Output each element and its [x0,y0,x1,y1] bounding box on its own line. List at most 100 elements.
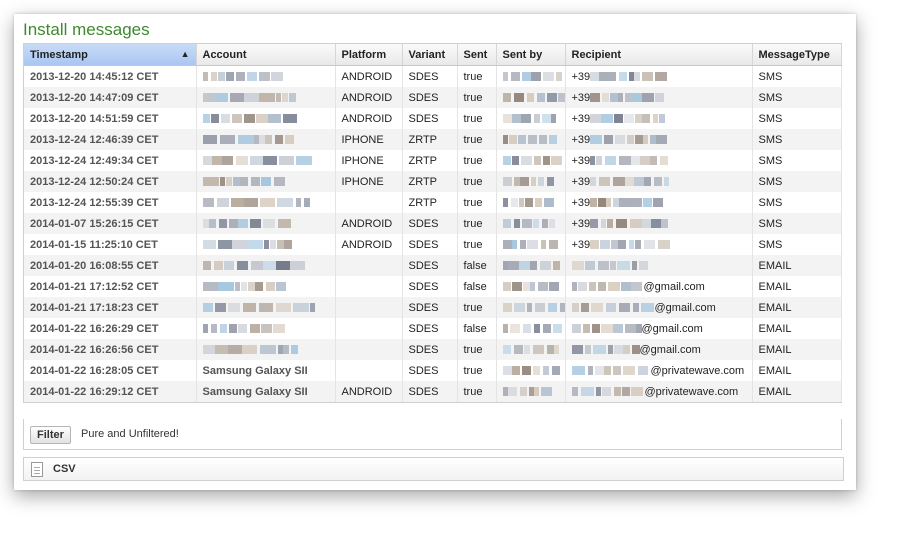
recipient-domain: @gmail.com [643,280,705,293]
redacted-content [590,239,671,251]
column-label: Timestamp [30,48,88,61]
recipient-prefix: +39 [571,217,591,230]
cell-ts: 2013-12-20 14:51:59 CET [24,108,197,129]
table-row[interactable]: 2014-01-20 16:08:55 CET SDES false EMAIL [24,255,842,276]
redacted-content [502,344,559,356]
recipient-prefix: +39 [571,196,591,209]
cell-sent: true [457,192,497,213]
cell-type: EMAIL [752,276,842,297]
cell-ts: 2014-01-20 16:08:55 CET [24,255,197,276]
cell-type: SMS [752,234,842,255]
cell-variant: SDES [402,297,458,318]
redacted-content [502,134,558,146]
column-header-message-type[interactable]: MessageType [752,44,842,66]
cell-sent: true [457,87,497,108]
table-row[interactable]: 2013-12-20 14:45:12 CET ANDROID SDES true +3… [24,65,842,87]
cell-recipient: @privatewave.com [565,381,753,402]
redacted-content [571,302,655,314]
cell-sent: true [457,150,497,171]
cell-platform: ANDROID [335,381,403,402]
cell-platform: IPHONE [335,129,403,150]
cell-sentby [496,381,566,402]
cell-sentby [496,171,566,192]
cell-type: SMS [752,129,842,150]
cell-recipient: @gmail.com [565,318,753,339]
messages-table: Timestamp ▲ Account Platform Variant Sen… [23,43,842,403]
recipient-domain: @privatewave.com [644,385,739,398]
redacted-content [202,71,283,83]
redacted-content [502,71,565,83]
column-header-timestamp[interactable]: Timestamp ▲ [24,44,197,66]
cell-recipient: +39 [565,234,753,255]
table-row[interactable]: 2013-12-24 12:55:39 CET ZRTP true +39 SMS [24,192,842,213]
column-header-variant[interactable]: Variant [402,44,458,66]
cell-platform: ANDROID [335,213,403,234]
document-icon [31,462,43,477]
cell-ts: 2013-12-20 14:47:09 CET [24,87,197,108]
redacted-content [502,323,563,335]
cell-ts: 2014-01-22 16:26:29 CET [24,318,197,339]
cell-sent: true [457,381,497,402]
table-row[interactable]: 2013-12-20 14:51:59 CET ANDROID SDES true +3… [24,108,842,129]
table-row[interactable]: 2014-01-21 17:12:52 CET SDES false @gmail.c… [24,276,842,297]
cell-sent: true [457,171,497,192]
redacted-content [502,197,556,209]
csv-export-link[interactable]: CSV [53,463,76,475]
recipient-prefix: +39 [571,238,591,251]
cell-ts: 2014-01-15 11:25:10 CET [24,234,197,255]
table-row[interactable]: 2014-01-22 16:29:12 CET Samsung Galaxy SI… [24,381,842,402]
cell-account [196,150,336,171]
cell-type: EMAIL [752,297,842,318]
table-row[interactable]: 2014-01-15 11:25:10 CET ANDROID SDES true +3… [24,234,842,255]
cell-type: SMS [752,108,842,129]
table-row[interactable]: 2014-01-22 16:26:29 CET SDES false @gmail.c… [24,318,842,339]
cell-recipient: +39 [565,192,753,213]
cell-ts: 2013-12-24 12:46:39 CET [24,129,197,150]
redacted-content [590,218,671,230]
column-header-platform[interactable]: Platform [335,44,403,66]
cell-type: SMS [752,171,842,192]
cell-account [196,108,336,129]
cell-variant: SDES [402,87,458,108]
table-row[interactable]: 2014-01-22 16:26:56 CET SDES true @gmail.co… [24,339,842,360]
recipient-prefix: +39 [571,70,591,83]
cell-platform: ANDROID [335,108,403,129]
table-row[interactable]: 2014-01-22 16:28:05 CET Samsung Galaxy SI… [24,360,842,381]
redacted-content [202,218,294,230]
cell-type: SMS [752,192,842,213]
table-row[interactable]: 2013-12-24 12:46:39 CET IPHONE ZRTP true +39… [24,129,842,150]
cell-sentby [496,65,566,87]
table-row[interactable]: 2014-01-21 17:18:23 CET SDES true @gmail.co… [24,297,842,318]
cell-account [196,129,336,150]
table-row[interactable]: 2013-12-24 12:49:34 CET IPHONE ZRTP true +39… [24,150,842,171]
recipient-prefix: +39 [571,175,591,188]
cell-recipient: +39 [565,65,753,87]
cell-account [196,65,336,87]
redacted-content [590,92,665,104]
cell-variant: SDES [402,255,458,276]
table-row[interactable]: 2014-01-07 15:26:15 CET ANDROID SDES true +3… [24,213,842,234]
cell-platform: IPHONE [335,171,403,192]
cell-ts: 2014-01-22 16:28:05 CET [24,360,197,381]
table-row[interactable]: 2013-12-20 14:47:09 CET ANDROID SDES true +3… [24,87,842,108]
column-header-account[interactable]: Account [196,44,336,66]
cell-sentby [496,213,566,234]
cell-sentby [496,108,566,129]
cell-variant: SDES [402,108,458,129]
cell-sent: true [457,297,497,318]
cell-type: EMAIL [752,381,842,402]
filter-button[interactable]: Filter [30,426,71,444]
cell-variant: ZRTP [402,192,458,213]
cell-variant: ZRTP [402,150,458,171]
table-row[interactable]: 2013-12-24 12:50:24 CET IPHONE ZRTP true +39… [24,171,842,192]
csv-export-bar[interactable]: CSV [23,457,844,481]
redacted-content [571,281,644,293]
cell-recipient: +39 [565,108,753,129]
column-header-sent[interactable]: Sent [457,44,497,66]
column-header-sent-by[interactable]: Sent by [496,44,566,66]
column-header-recipient[interactable]: Recipient [565,44,753,66]
cell-variant: SDES [402,360,458,381]
redacted-content [202,134,294,146]
cell-type: EMAIL [752,339,842,360]
cell-account: Samsung Galaxy SII [196,360,336,381]
